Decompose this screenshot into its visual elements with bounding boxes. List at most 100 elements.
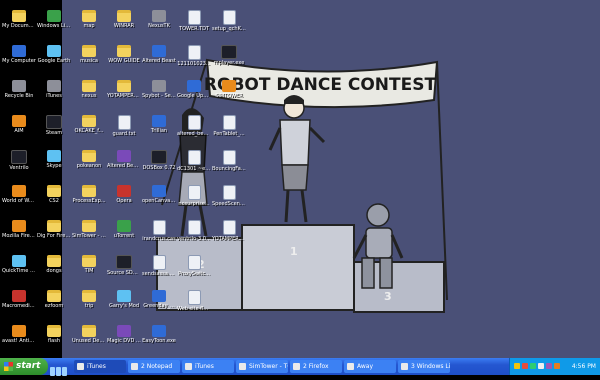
desktop-icon-col5-3[interactable]: Trillian <box>142 115 176 134</box>
desktop-icon-label: 121101023... <box>177 61 211 67</box>
desktop-icon-col2-7[interactable]: dongs <box>37 255 71 274</box>
desktop-icon-col1-1[interactable]: My Computer <box>2 45 36 64</box>
tray-icon-4[interactable] <box>538 363 544 369</box>
taskbar-button-1[interactable]: 2 Notepad <box>128 360 180 373</box>
desktop-icon-col5-0[interactable]: NexusTK <box>142 10 176 29</box>
skype-icon <box>47 150 61 162</box>
desktop-icon-col6-2[interactable]: Google Updater.exe <box>177 80 211 99</box>
desktop-icon-label: Macromedia Flash 8 <box>2 303 36 309</box>
desktop-icon-col5-5[interactable]: openCanvas Plus <box>142 185 176 204</box>
nexustk-icon <box>152 10 166 22</box>
desktop-icon-col2-3[interactable]: Steam <box>37 115 71 136</box>
desktop-icon-col2-4[interactable]: Skype <box>37 150 71 169</box>
desktop-icon-col4-8[interactable]: Garry's Mod <box>107 290 141 309</box>
taskbar-button-label: SimTower - TOWER <box>249 363 288 370</box>
desktop-icon-col4-1[interactable]: WOW GUIDE <box>107 45 141 64</box>
desktop-icon-col3-6[interactable]: SimTower - The Verti... <box>72 220 106 239</box>
desktop-icon-col6-7[interactable]: ProxySwitc... <box>177 255 211 277</box>
desktop-icon-col3-9[interactable]: Unused Deskto... <box>72 325 106 344</box>
desktop-icon-col4-7[interactable]: Source SDK Base 2007 <box>107 255 141 276</box>
desktop-icon-col7-1[interactable]: mplayer.exe <box>212 45 246 66</box>
desktop-icon-col2-0[interactable]: Windows Live Messenger <box>37 10 71 29</box>
taskbar-button-4[interactable]: 2 Firefox <box>290 360 342 373</box>
desktop-icon-col5-6[interactable]: irandcrus.cas <box>142 220 176 242</box>
desktop-icon-label: Greenday_... <box>143 303 175 309</box>
taskbar-button-5[interactable]: Away <box>344 360 396 373</box>
desktop-icon-col4-0[interactable]: WINRAR <box>107 10 141 29</box>
desktop-icon-col1-4[interactable]: VentriIo <box>2 150 36 171</box>
desktop-icon-label: Spybot - Searc... <box>142 93 176 99</box>
tray-icon-6[interactable] <box>554 363 560 369</box>
desktop-icon-col1-9[interactable]: avast! Antivirus <box>2 325 36 344</box>
desktop-icon-col5-4[interactable]: DOSBox 0.72 <box>142 150 176 171</box>
desktop-icon-col2-6[interactable]: Dig For Fire - a tribute to Pi... <box>37 220 71 239</box>
taskbar-button-3[interactable]: SimTower - TOWER <box>236 360 288 373</box>
desktop-icon-col5-1[interactable]: Altered Beast <box>142 45 176 64</box>
clock[interactable]: 4:56 PM <box>572 358 596 375</box>
desktop-icon-col6-0[interactable]: TOWER.TDT <box>177 10 211 32</box>
desktop-icon-col6-5[interactable]: nosurprise... <box>177 185 211 207</box>
desktop-icon-col5-2[interactable]: Spybot - Searc... <box>142 80 176 99</box>
desktop-icon-col1-2[interactable]: Recycle Bin <box>2 80 36 99</box>
desktop-icon-col7-3[interactable]: PenTablet_... <box>212 115 246 137</box>
garrys-mod-icon <box>117 290 131 302</box>
desktop-icon-col1-6[interactable]: Mozilla Firefox <box>2 220 36 239</box>
desktop-icon-col5-7[interactable]: sendsassa.txt <box>142 255 176 277</box>
desktop-icon-col5-8[interactable]: Greenday_... <box>142 290 176 309</box>
taskbar-button-6[interactable]: 3 Windows Live ... <box>398 360 450 373</box>
desktop-icon-col7-0[interactable]: setup_qchKi... <box>212 10 246 32</box>
desktop-icon-col2-1[interactable]: Google Earth <box>37 45 71 64</box>
desktop-icon-col4-6[interactable]: uTorrent <box>107 220 141 239</box>
desktop-icon-label: ventrilo-3.0 ... <box>177 236 211 242</box>
desktop-icon-label: uTorrent <box>113 233 135 239</box>
desktop-icon-col6-6[interactable]: ventrilo-3.0 ... <box>177 220 211 242</box>
desktop-icon-label: Source SDK Base 2007 <box>107 270 141 276</box>
desktop-icon-col3-8[interactable]: trip <box>72 290 106 309</box>
desktop-icon-col3-0[interactable]: map <box>72 10 106 29</box>
taskbar-button-0[interactable]: iTunes <box>74 360 126 373</box>
desktop-icon-col3-5[interactable]: ProcessExp... <box>72 185 106 204</box>
desktop-icon-col4-5[interactable]: Opera <box>107 185 141 204</box>
desktop-icon-col1-7[interactable]: QuickTime Player <box>2 255 36 274</box>
desktop-icon-col1-5[interactable]: World of Warcraft <box>2 185 36 204</box>
tray-icon-3[interactable] <box>530 363 536 369</box>
folder-icon <box>82 290 96 302</box>
desktop-icon-col4-2[interactable]: YOTAMPERE... <box>107 80 141 99</box>
desktop-icon-col7-2[interactable]: SIMTOWER <box>212 80 246 99</box>
desktop-icon-col3-1[interactable]: musica <box>72 45 106 64</box>
desktop-icon-label: Magic DVD Ripper <box>107 338 141 344</box>
desktop-icon-col7-5[interactable]: SpeedScene... <box>212 185 246 207</box>
desktop-icon-col6-1[interactable]: 121101023... <box>177 45 211 67</box>
tray-icon-5[interactable] <box>546 363 552 369</box>
desktop-icon-col4-4[interactable]: Altered Beast on the Gam... <box>107 150 141 169</box>
desktop-icon-col5-9[interactable]: EasyToon.exe <box>142 325 176 344</box>
desktop-icon-col3-3[interactable]: OKCAKE_f... <box>72 115 106 134</box>
desktop-icon-col1-8[interactable]: Macromedia Flash 8 <box>2 290 36 309</box>
tray-icon-2[interactable] <box>522 363 528 369</box>
opera-icon <box>117 185 131 197</box>
desktop-icon-col1-0[interactable]: My Documents <box>2 10 36 29</box>
desktop-icon-col2-9[interactable]: flash <box>37 325 71 344</box>
taskbar-button-2[interactable]: iTunes <box>182 360 234 373</box>
desktop-icon-col6-3[interactable]: altered_beast <box>177 115 211 137</box>
desktop-icon-col2-2[interactable]: iTunes <box>37 80 71 99</box>
desktop-icon-col7-4[interactable]: BouncingFal... <box>212 150 246 172</box>
desktop-icon-col2-8[interactable]: ezfoom <box>37 290 71 309</box>
desktop-icon-col3-7[interactable]: TIM <box>72 255 106 274</box>
desktop-icon-col7-6[interactable]: YOTAMPERE... <box>212 220 246 242</box>
dosbox-icon <box>151 150 167 164</box>
desktop-icon-label: Trillian <box>150 128 168 134</box>
desktop-icon-col2-5[interactable]: CS2 <box>37 185 71 204</box>
desktop-icon-col4-9[interactable]: Magic DVD Ripper <box>107 325 141 344</box>
desktop-icon-col3-4[interactable]: pokeanon <box>72 150 106 169</box>
desktop-icon-col6-8[interactable]: Web site flow chart.vsc <box>177 290 211 312</box>
desktop-icon-label: ProcessExp... <box>72 198 106 204</box>
tray-icon-1[interactable] <box>514 363 520 369</box>
firefox-icon <box>12 220 26 232</box>
desktop-icon-col6-4[interactable]: dC1301 ~exe <box>177 150 211 172</box>
desktop-icon-col3-2[interactable]: nexus <box>72 80 106 99</box>
desktop-icon-col1-3[interactable]: AIM <box>2 115 36 134</box>
desktop-icon-col4-3[interactable]: guard.txt <box>107 115 141 137</box>
start-button[interactable]: start <box>0 358 48 375</box>
itunes-icon <box>77 363 84 370</box>
